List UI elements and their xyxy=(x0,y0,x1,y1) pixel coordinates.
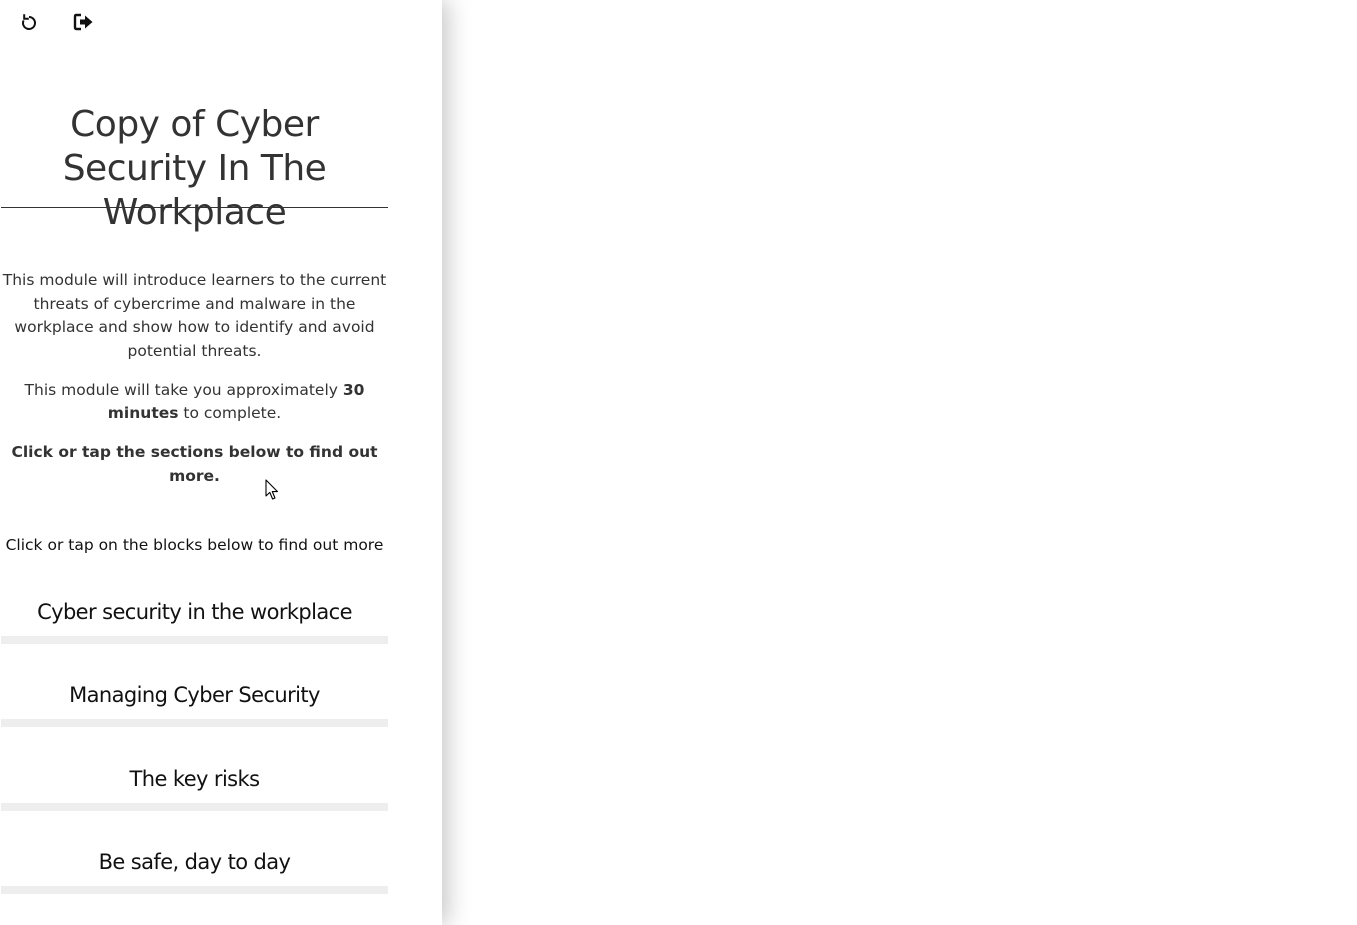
section-label: Managing Cyber Security xyxy=(69,683,320,707)
duration-prefix: This module will take you approximately xyxy=(24,380,343,399)
section-progress-bar xyxy=(1,636,388,644)
duration-suffix: to complete. xyxy=(178,404,282,422)
intro-paragraph: This module will introduce learners to t… xyxy=(2,271,387,360)
restart-button[interactable] xyxy=(18,10,40,34)
course-title: Copy of Cyber Security In The Workplace xyxy=(62,104,327,233)
main-content-area xyxy=(442,0,1357,925)
exit-button[interactable] xyxy=(73,10,95,34)
course-description: This module will introduce learners to t… xyxy=(1,269,388,504)
section-label: Cyber security in the workplace xyxy=(37,600,352,624)
section-the-key-risks[interactable]: The key risks xyxy=(1,765,388,811)
title-divider xyxy=(1,207,388,208)
mouse-cursor-icon xyxy=(265,479,279,500)
section-progress-bar xyxy=(1,719,388,727)
section-label: The key risks xyxy=(129,767,260,791)
sections-cta: Click or tap the sections below to find … xyxy=(11,443,378,485)
section-progress-bar xyxy=(1,886,388,894)
sidebar-toolbar xyxy=(18,9,95,35)
section-cyber-security-in-the-workplace[interactable]: Cyber security in the workplace xyxy=(1,598,388,644)
course-sidebar: Copy of Cyber Security In The Workplace … xyxy=(0,0,442,925)
exit-icon xyxy=(73,13,93,31)
restart-icon xyxy=(22,14,36,30)
section-managing-cyber-security[interactable]: Managing Cyber Security xyxy=(1,681,388,727)
duration-paragraph: This module will take you approximately … xyxy=(1,379,388,426)
section-label: Be safe, day to day xyxy=(98,850,291,874)
blocks-hint: Click or tap on the blocks below to find… xyxy=(5,536,384,554)
section-progress-bar xyxy=(1,803,388,811)
section-be-safe-day-to-day[interactable]: Be safe, day to day xyxy=(1,848,388,894)
